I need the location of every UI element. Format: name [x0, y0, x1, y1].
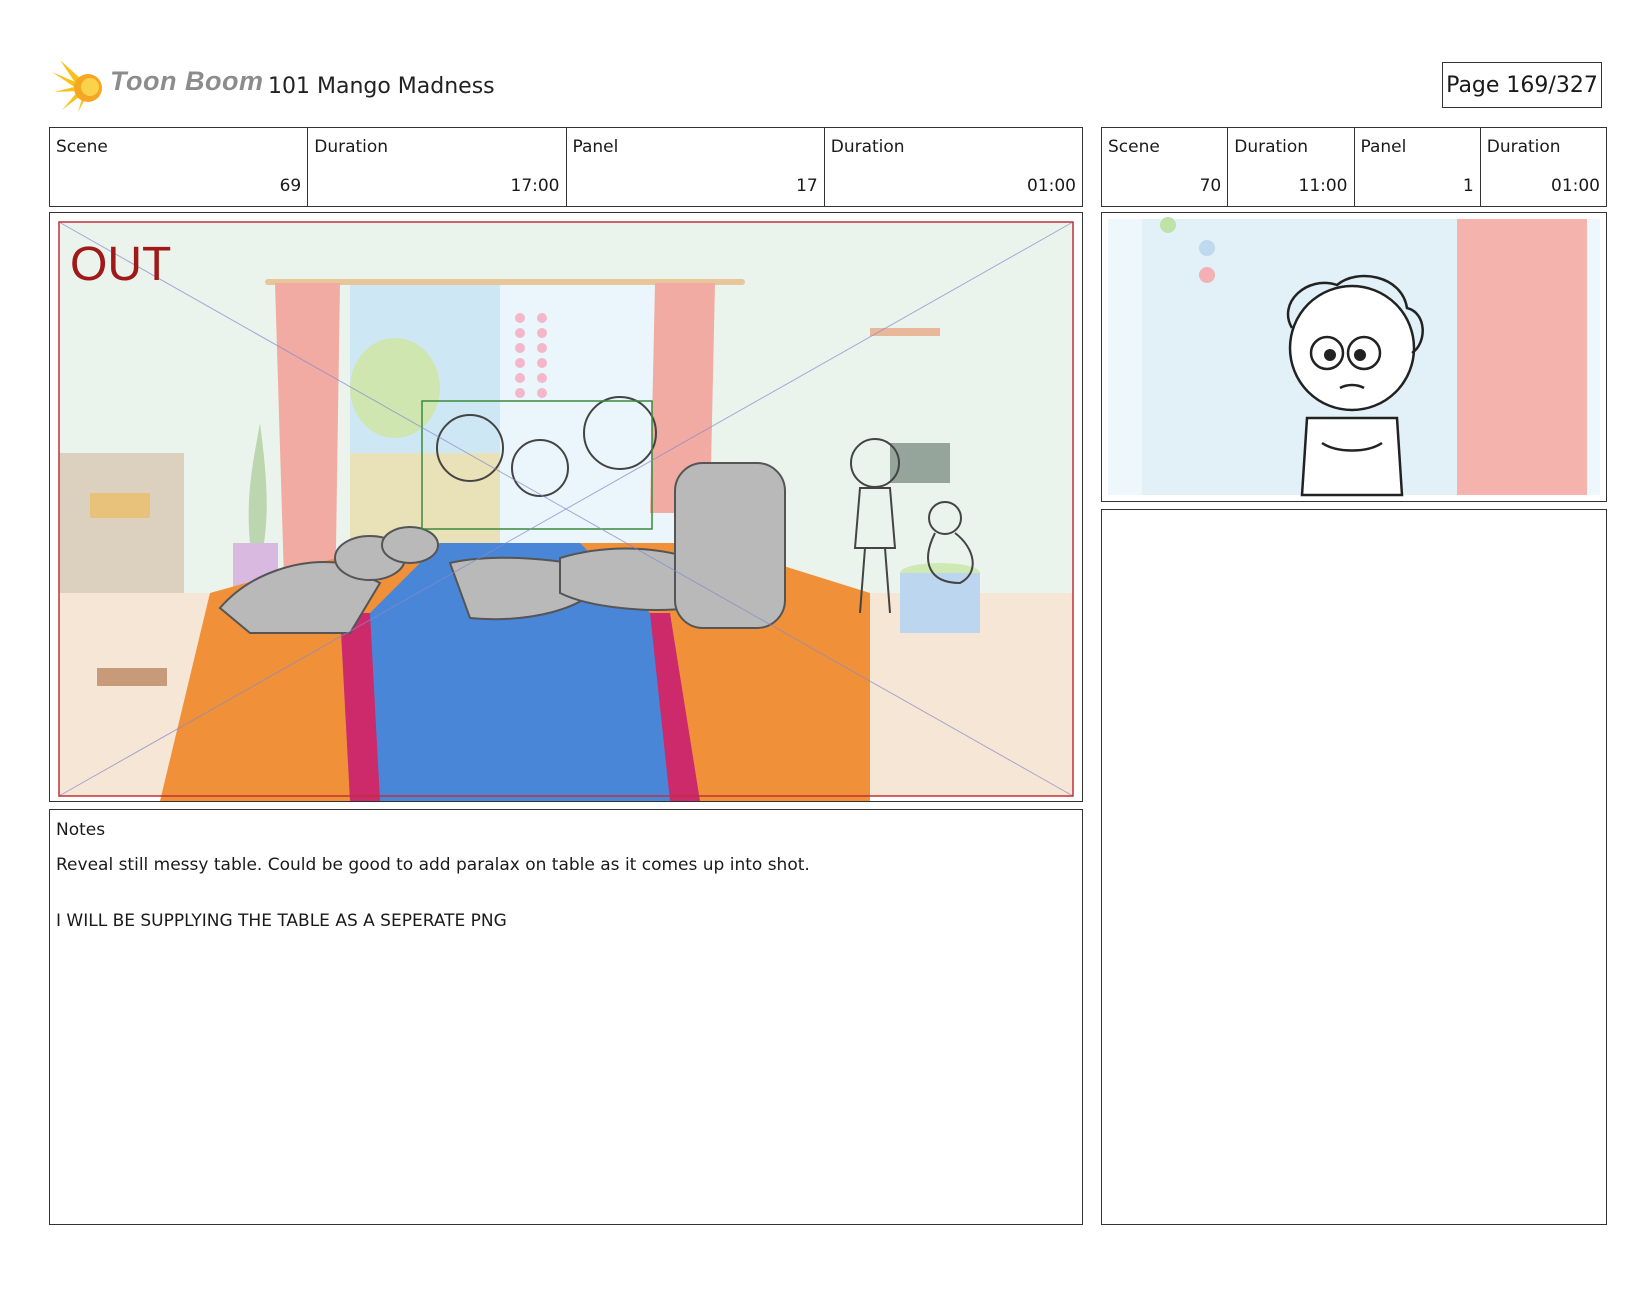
project-title: 101 Mango Madness — [268, 74, 495, 99]
info-cell-panel: Panel 17 — [565, 128, 824, 206]
info-label: Duration — [314, 137, 389, 157]
page-indicator: Page 169/327 — [1442, 62, 1602, 108]
storyboard-frame-right — [1101, 212, 1607, 502]
scene-illustration — [58, 221, 1074, 801]
info-cell-panel-duration: Duration 01:00 — [1479, 128, 1606, 206]
starburst-icon — [52, 60, 102, 112]
note-line: I WILL BE SUPPLYING THE TABLE AS A SEPER… — [56, 911, 507, 931]
info-cell-scene: Scene 69 — [50, 128, 307, 206]
info-value: 1 — [1462, 176, 1474, 196]
info-value: 01:00 — [1551, 176, 1600, 196]
info-label: Duration — [1486, 137, 1561, 157]
info-cell-scene-duration: Duration 11:00 — [1227, 128, 1353, 206]
info-label: Scene — [1108, 137, 1160, 157]
left-info-bar: Scene 69 Duration 17:00 Panel 17 Duratio… — [49, 127, 1083, 207]
info-cell-panel: Panel 1 — [1353, 128, 1480, 206]
info-cell-scene-duration: Duration 17:00 — [307, 128, 565, 206]
frame-label: OUT — [70, 238, 172, 291]
info-value: 17:00 — [510, 176, 560, 196]
info-label: Duration — [830, 137, 905, 157]
info-label: Scene — [56, 137, 108, 157]
logo-text: Toon Boom — [110, 66, 264, 96]
notes-box-right — [1101, 509, 1607, 1225]
toon-boom-logo: Toon Boom — [52, 58, 263, 114]
info-cell-scene: Scene 70 — [1102, 128, 1227, 206]
info-value: 11:00 — [1298, 176, 1348, 196]
info-value: 69 — [279, 176, 302, 196]
info-label: Panel — [572, 137, 619, 157]
info-value: 70 — [1199, 176, 1222, 196]
info-label: Duration — [1234, 137, 1309, 157]
notes-label: Notes — [56, 820, 106, 840]
storyboard-frame-left: OUT — [49, 212, 1083, 802]
scene-illustration — [1108, 217, 1600, 497]
info-cell-panel-duration: Duration 01:00 — [823, 128, 1082, 206]
notes-box: Notes Reveal still messy table. Could be… — [49, 809, 1083, 1225]
note-line: Reveal still messy table. Could be good … — [56, 855, 810, 875]
info-value: 17 — [796, 176, 818, 196]
right-info-bar: Scene 70 Duration 11:00 Panel 1 Duration… — [1101, 127, 1607, 207]
info-label: Panel — [1360, 137, 1407, 157]
info-value: 01:00 — [1027, 176, 1076, 196]
